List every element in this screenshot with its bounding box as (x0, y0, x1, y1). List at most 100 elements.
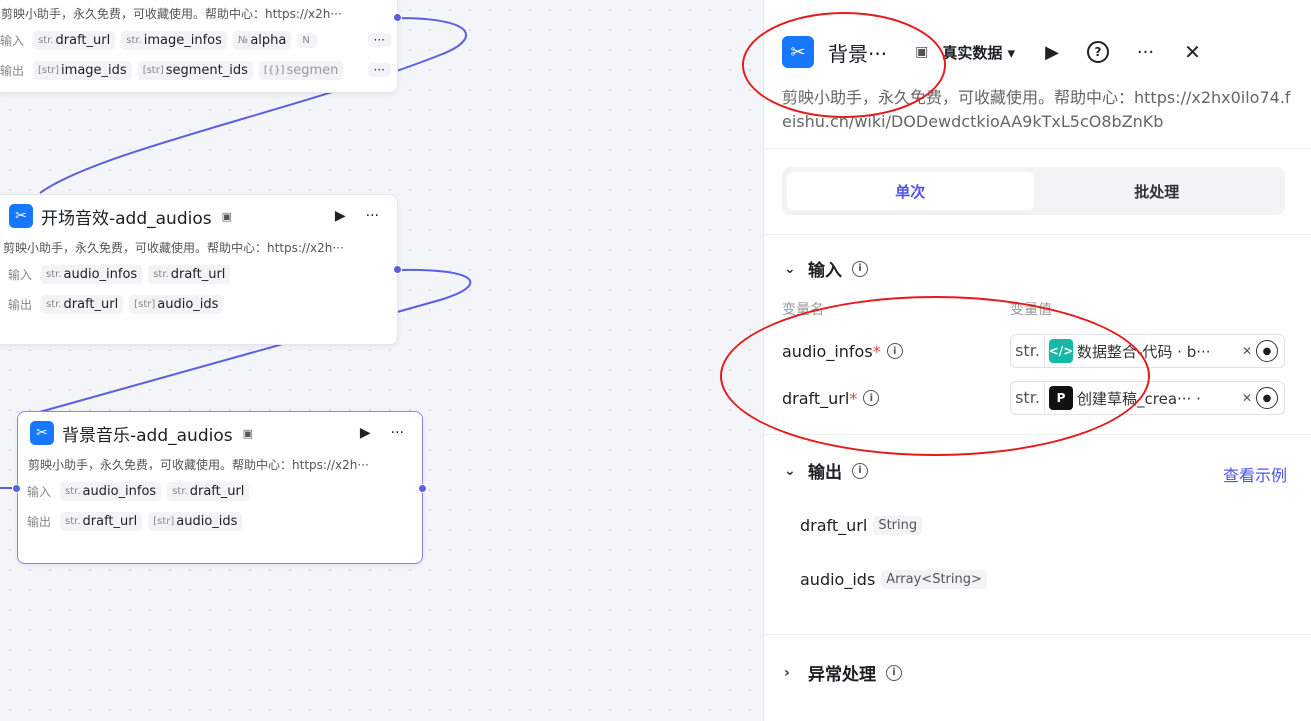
node-output-row: 输出 str. draft_url [str] audio_ids (0, 289, 397, 319)
chevron-right-icon: › (784, 664, 790, 681)
column-header-name: 变量名 (782, 302, 824, 318)
value-reference: </> 数据整合-代码 · b··· (1045, 339, 1242, 363)
run-button[interactable]: ▶ (354, 425, 377, 441)
node-description: 剪映小助手，永久免费，可收藏使用。帮助中心：https://x2h··· (28, 458, 369, 472)
info-icon: i (863, 390, 880, 406)
output-label: 输出 (0, 63, 24, 78)
output-section-header[interactable]: ⌄ 输出 i (784, 458, 868, 483)
node-description: 剪映小助手，永久免费，可收藏使用。帮助中心：https://x2h··· (3, 241, 344, 255)
output-type: String (873, 516, 923, 535)
tab-single[interactable]: 单次 (787, 172, 1034, 210)
input-label: 输入 (7, 267, 32, 282)
input-param: N (297, 32, 317, 48)
input-section-header[interactable]: ⌄ 输入 i (784, 256, 868, 281)
close-icon[interactable]: ✕ (1184, 40, 1201, 64)
panel-title[interactable]: 背景··· (828, 38, 887, 67)
output-port[interactable] (418, 484, 427, 493)
more-outputs-button[interactable]: ··· (367, 63, 391, 77)
panel-header: ✂ 背景··· ▣ 真实数据 ▾ ▶ ? ··· ✕ (782, 36, 1293, 68)
variable-value-field[interactable]: str. </> 数据整合-代码 · b··· ✕ ● (1010, 334, 1285, 368)
scissors-icon: ✂ (9, 204, 33, 228)
target-icon[interactable]: ● (1256, 387, 1278, 409)
info-icon: i (886, 343, 903, 359)
output-param: str. draft_url (60, 511, 143, 531)
divider (764, 434, 1311, 435)
variable-name: draft_url* i (782, 389, 1010, 408)
input-label: 输入 (0, 33, 24, 48)
node-title: 背景音乐-add_audios (62, 425, 233, 446)
output-type: Array<String> (881, 570, 987, 589)
plugin-icon: ▣ (242, 426, 254, 440)
output-param: [str] segment_ids (137, 60, 253, 80)
output-param: str. draft_url (41, 294, 124, 314)
node-input-row: 输入 str. audio_infos str. draft_url (0, 259, 397, 289)
output-param: [str] audio_ids (148, 511, 243, 531)
node-input-row: 输入 str. audio_infos str. draft_url (18, 476, 422, 506)
plugin-icon: ▣ (221, 209, 233, 223)
output-port[interactable] (393, 265, 402, 274)
more-icon[interactable]: ··· (360, 208, 385, 224)
output-item: draft_url String (800, 516, 923, 535)
node-title: 开场音效-add_audios (41, 208, 212, 229)
input-param: str. audio_infos (60, 481, 162, 501)
input-param: № alpha (232, 30, 292, 50)
target-icon[interactable]: ● (1256, 340, 1278, 362)
output-item: audio_ids Array<String> (800, 570, 987, 589)
error-handling-section-header[interactable]: › 异常处理 i (784, 660, 902, 685)
value-type: str. (1011, 335, 1045, 367)
node-input-row: 输入 str. draft_url str. image_infos № alpha … (0, 25, 397, 55)
node-output-row: 输出 [str] image_ids [str] segment_ids [{}] s… (0, 55, 397, 85)
divider (764, 148, 1311, 149)
run-button[interactable]: ▶ (329, 208, 352, 224)
node-description: 剪映小助手，永久免费，可收藏使用。帮助中心：https://x2h··· (1, 7, 342, 21)
node-add-images[interactable]: 剪映小助手，永久免费，可收藏使用。帮助中心：https://x2h··· 输入 … (0, 0, 398, 93)
input-param: str. audio_infos (41, 264, 143, 284)
node-header: ✂ 背景音乐-add_audios ▣ ▶ ··· (18, 412, 422, 454)
input-param: str. draft_url (148, 264, 231, 284)
more-inputs-button[interactable]: ··· (367, 33, 391, 47)
input-param: str. draft_url (33, 30, 116, 50)
input-param: str. draft_url (167, 481, 250, 501)
column-header-value: 变量值 (1010, 302, 1052, 318)
input-port[interactable] (12, 484, 21, 493)
node-output-row: 输出 str. draft_url [str] audio_ids (18, 506, 422, 536)
chevron-down-icon: ⌄ (784, 462, 796, 479)
input-label: 输入 (26, 484, 51, 499)
output-param: [str] audio_ids (129, 294, 224, 314)
node-opening-sound[interactable]: ✂ 开场音效-add_audios ▣ ▶ ··· 剪映小助手，永久免费，可收藏… (0, 194, 398, 345)
clear-icon[interactable]: ✕ (1242, 344, 1252, 358)
more-icon[interactable]: ··· (385, 425, 410, 441)
plugin-logo-icon: P (1049, 386, 1073, 410)
divider (764, 234, 1311, 235)
help-icon[interactable]: ? (1086, 41, 1109, 63)
node-background-music[interactable]: ✂ 背景音乐-add_audios ▣ ▶ ··· 剪映小助手，永久免费，可收藏… (17, 411, 423, 564)
node-header: ✂ 开场音效-add_audios ▣ ▶ ··· (0, 195, 397, 237)
run-mode-tabs: 单次 批处理 (782, 167, 1285, 215)
code-icon: </> (1049, 339, 1073, 363)
panel-description: 剪映小助手，永久免费，可收藏使用。帮助中心：https://x2hx0ilo74… (782, 88, 1291, 131)
run-button[interactable]: ▶ (1045, 42, 1059, 63)
more-icon[interactable]: ··· (1137, 42, 1154, 63)
value-reference: P 创建草稿_crea··· · (1045, 386, 1242, 410)
node-detail-panel: ✂ 背景··· ▣ 真实数据 ▾ ▶ ? ··· ✕ 剪映小助手，永久免费，可收… (763, 0, 1311, 721)
clear-icon[interactable]: ✕ (1242, 391, 1252, 405)
scissors-icon: ✂ (782, 36, 814, 68)
info-icon: i (852, 260, 868, 277)
view-example-link[interactable]: 查看示例 (1223, 462, 1287, 486)
input-param: str. image_infos (121, 30, 227, 50)
info-icon: i (852, 462, 868, 479)
scissors-icon: ✂ (30, 421, 54, 445)
output-label: 输出 (7, 297, 32, 312)
variable-name: audio_infos* i (782, 342, 1010, 361)
plugin-icon: ▣ (915, 44, 929, 60)
variable-row: draft_url* i str. P 创建草稿_crea··· · ✕ ● (782, 381, 1285, 415)
data-mode-dropdown[interactable]: 真实数据 ▾ (942, 42, 1015, 63)
variable-row: audio_infos* i str. </> 数据整合-代码 · b··· ✕… (782, 334, 1285, 368)
output-port[interactable] (393, 13, 402, 22)
output-label: 输出 (26, 514, 51, 529)
variable-value-field[interactable]: str. P 创建草稿_crea··· · ✕ ● (1010, 381, 1285, 415)
tab-batch[interactable]: 批处理 (1034, 172, 1281, 210)
info-icon: i (886, 664, 902, 681)
divider (764, 634, 1311, 635)
chevron-down-icon: ⌄ (784, 260, 796, 277)
